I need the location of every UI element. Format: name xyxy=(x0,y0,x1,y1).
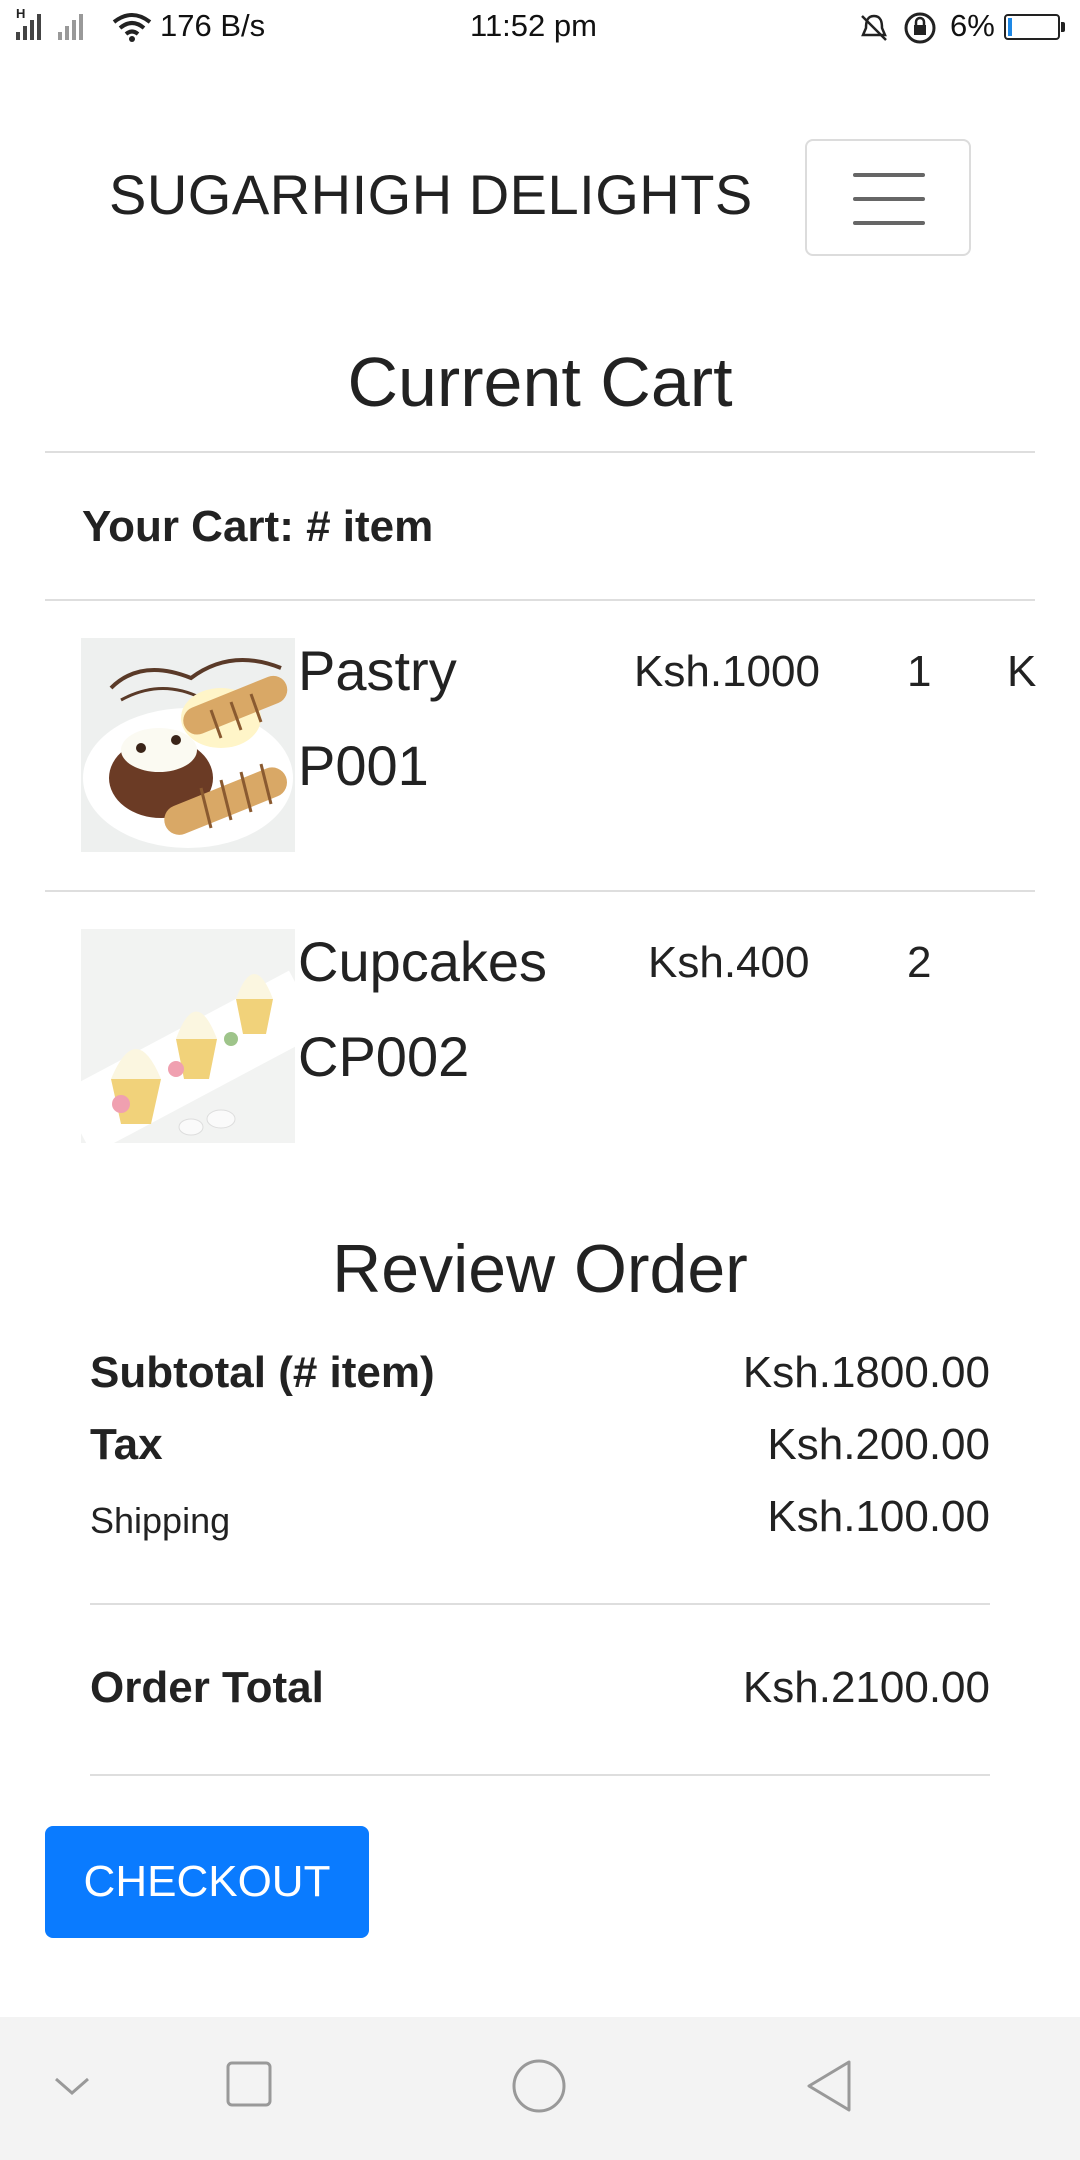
page-title: Current Cart xyxy=(347,343,733,421)
bell-muted-icon xyxy=(861,14,887,41)
item-price: Ksh.400 xyxy=(648,938,810,987)
home-icon[interactable] xyxy=(511,2058,567,2114)
divider xyxy=(90,1603,990,1605)
signal-icon: H xyxy=(16,6,41,40)
item-code: CP002 xyxy=(298,1025,470,1088)
checkout-button[interactable]: CHECKOUT xyxy=(45,1826,369,1938)
menu-icon xyxy=(853,173,925,177)
signal-off-icon xyxy=(58,12,83,40)
pastry-image xyxy=(81,638,295,852)
tax-label: Tax xyxy=(90,1420,163,1469)
item-name: Cupcakes xyxy=(298,930,548,993)
cart-count: Your Cart: # item xyxy=(82,502,434,551)
subtotal-value: Ksh.1800.00 xyxy=(742,1348,990,1397)
rotation-lock-icon xyxy=(904,12,936,44)
battery-percent: 6% xyxy=(950,8,995,43)
brand-logo[interactable]: SUGARHIGH DELIGHTS xyxy=(109,162,753,227)
item-total: K xyxy=(1007,647,1037,696)
back-icon[interactable] xyxy=(803,2058,855,2114)
order-total-label: Order Total xyxy=(90,1663,324,1712)
item-code: P001 xyxy=(298,734,429,797)
chevron-down-icon[interactable] xyxy=(52,2071,92,2101)
status-bar: H 176 B/s 11:52 pm 6% xyxy=(0,0,1080,56)
battery-icon xyxy=(1004,14,1065,40)
order-total-value: Ksh.2100.00 xyxy=(742,1663,990,1712)
system-nav-bar xyxy=(0,2017,1080,2160)
shipping-value: Ksh.100.00 xyxy=(767,1492,990,1541)
divider xyxy=(45,451,1035,453)
review-title: Review Order xyxy=(332,1231,748,1307)
item-quantity: 2 xyxy=(907,938,932,987)
tax-value: Ksh.200.00 xyxy=(767,1420,990,1469)
shipping-label: Shipping xyxy=(90,1500,231,1541)
wifi-icon xyxy=(112,13,152,42)
recent-apps-icon[interactable] xyxy=(225,2060,273,2108)
item-price: Ksh.1000 xyxy=(634,647,820,696)
clock: 11:52 pm xyxy=(470,8,597,43)
subtotal-label: Subtotal (# item) xyxy=(90,1348,435,1397)
divider xyxy=(90,1774,990,1776)
cupcakes-image xyxy=(81,929,295,1143)
item-quantity: 1 xyxy=(907,647,932,696)
net-speed: 176 B/s xyxy=(160,8,266,43)
menu-toggle-button[interactable] xyxy=(805,139,971,256)
item-name: Pastry xyxy=(298,639,457,702)
divider xyxy=(45,890,1035,892)
divider xyxy=(45,599,1035,601)
